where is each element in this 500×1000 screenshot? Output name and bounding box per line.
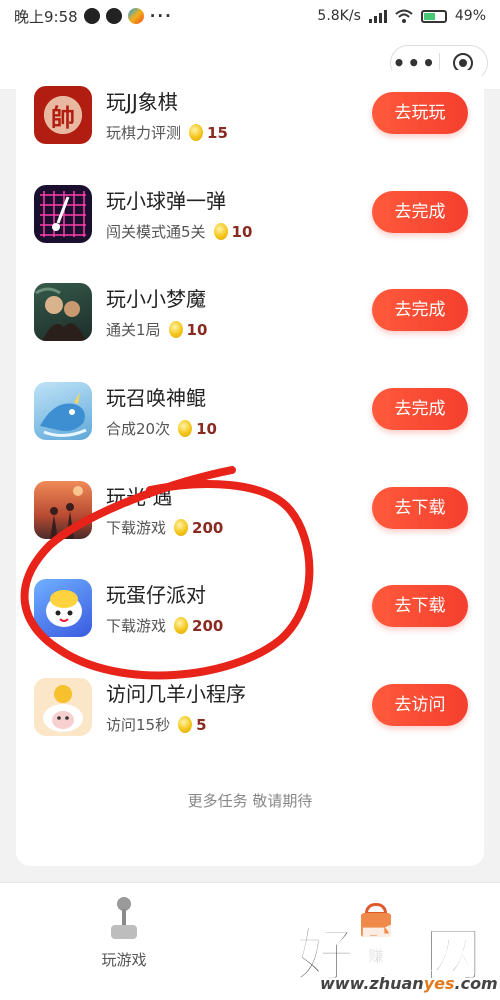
task-list-card: 帥 玩JJ象棋 玩棋力评测 15 去玩玩 玩小球弹一弹 闯关模式通5关 10 去… <box>16 70 484 866</box>
nightmare-game-icon <box>34 283 92 341</box>
task-item: 玩小球弹一弹 闯关模式通5关 10 去完成 <box>34 181 474 251</box>
task-action-button[interactable]: 去玩玩 <box>372 92 468 134</box>
task-desc: 玩棋力评测 <box>106 124 182 142</box>
task-desc: 合成20次 <box>106 420 171 438</box>
sky-game-icon <box>34 481 92 539</box>
task-reward: 200 <box>192 616 224 635</box>
task-name: 访问几羊小程序 <box>106 682 246 706</box>
status-more-dots: ··· <box>149 7 173 25</box>
task-name: 玩JJ象棋 <box>106 90 178 114</box>
chess-game-icon: 帥 <box>34 86 92 144</box>
task-desc: 下载游戏 <box>106 519 167 537</box>
battery-percent: 49% <box>454 8 486 24</box>
task-desc-row: 玩棋力评测 15 <box>106 122 228 143</box>
ball-game-icon <box>34 185 92 243</box>
task-desc-row: 下载游戏 200 <box>106 615 223 636</box>
task-desc-row: 闯关模式通5关 10 <box>106 221 252 242</box>
task-desc: 闯关模式通5关 <box>106 223 206 241</box>
coin-icon <box>213 223 228 240</box>
task-item: 玩召唤神鲲 合成20次 10 去完成 <box>34 378 474 448</box>
more-tasks-note: 更多任务 敬请期待 <box>187 792 313 810</box>
qq-icon <box>105 8 122 24</box>
watermark-url: www.zhuanyes.com <box>320 974 498 993</box>
task-item: 玩光·遇 下载游戏 200 去下载 <box>34 477 474 547</box>
task-action-button[interactable]: 去访问 <box>372 684 468 726</box>
task-item: 玩蛋仔派对 下载游戏 200 去下载 <box>34 575 474 645</box>
qq-icon <box>83 8 100 24</box>
task-desc: 访问15秒 <box>106 716 171 734</box>
sheep-miniapp-icon <box>34 678 92 736</box>
task-reward: 200 <box>192 518 224 537</box>
task-name: 玩小球弹一弹 <box>106 189 226 213</box>
status-bar: 晚上9:58 ··· 5.8K/s 49% <box>0 0 500 32</box>
task-desc: 下载游戏 <box>106 617 167 635</box>
weibo-icon <box>127 8 144 24</box>
battery-icon <box>420 9 447 23</box>
task-reward: 15 <box>207 123 228 142</box>
task-desc-row: 访问15秒 5 <box>106 714 207 735</box>
joystick-icon <box>109 897 139 941</box>
task-action-button[interactable]: 去下载 <box>372 487 468 529</box>
task-name: 玩小小梦魔 <box>106 287 206 311</box>
task-item: 帥 玩JJ象棋 玩棋力评测 15 去玩玩 <box>34 82 474 152</box>
task-action-button[interactable]: 去下载 <box>372 585 468 627</box>
coin-icon <box>174 617 189 634</box>
task-action-button[interactable]: 去完成 <box>372 289 468 331</box>
coin-icon <box>178 716 193 733</box>
wifi-icon <box>395 9 413 23</box>
tab-label: 玩游戏 <box>101 951 147 969</box>
task-reward: 10 <box>196 419 217 438</box>
task-name: 玩召唤神鲲 <box>106 386 206 410</box>
coin-icon <box>174 519 189 536</box>
status-time: 晚上9:58 <box>14 7 78 26</box>
coin-icon <box>178 420 193 437</box>
task-action-button[interactable]: 去完成 <box>372 191 468 233</box>
task-item: 玩小小梦魔 通关1局 10 去完成 <box>34 279 474 349</box>
task-desc-row: 合成20次 10 <box>106 418 217 439</box>
task-desc-row: 下载游戏 200 <box>106 517 223 538</box>
task-desc: 通关1局 <box>106 321 161 339</box>
task-reward: 10 <box>231 222 253 241</box>
site-watermark: 好赚网 www.zhuanyes.com <box>290 908 500 1000</box>
task-desc-row: 通关1局 10 <box>106 319 207 340</box>
task-action-button[interactable]: 去完成 <box>372 388 468 430</box>
tab-play-games[interactable]: 玩游戏 <box>54 897 194 970</box>
signal-icon <box>368 9 387 23</box>
task-reward: 10 <box>186 320 208 339</box>
task-reward: 5 <box>196 715 207 734</box>
coin-icon <box>168 321 183 338</box>
coin-icon <box>189 124 204 141</box>
eggy-party-icon <box>34 579 92 637</box>
task-item: 访问几羊小程序 访问15秒 5 去访问 <box>34 674 474 744</box>
network-speed: 5.8K/s <box>317 8 361 24</box>
task-name: 玩光·遇 <box>106 485 173 509</box>
dragon-game-icon <box>34 382 92 440</box>
task-name: 玩蛋仔派对 <box>106 583 206 607</box>
